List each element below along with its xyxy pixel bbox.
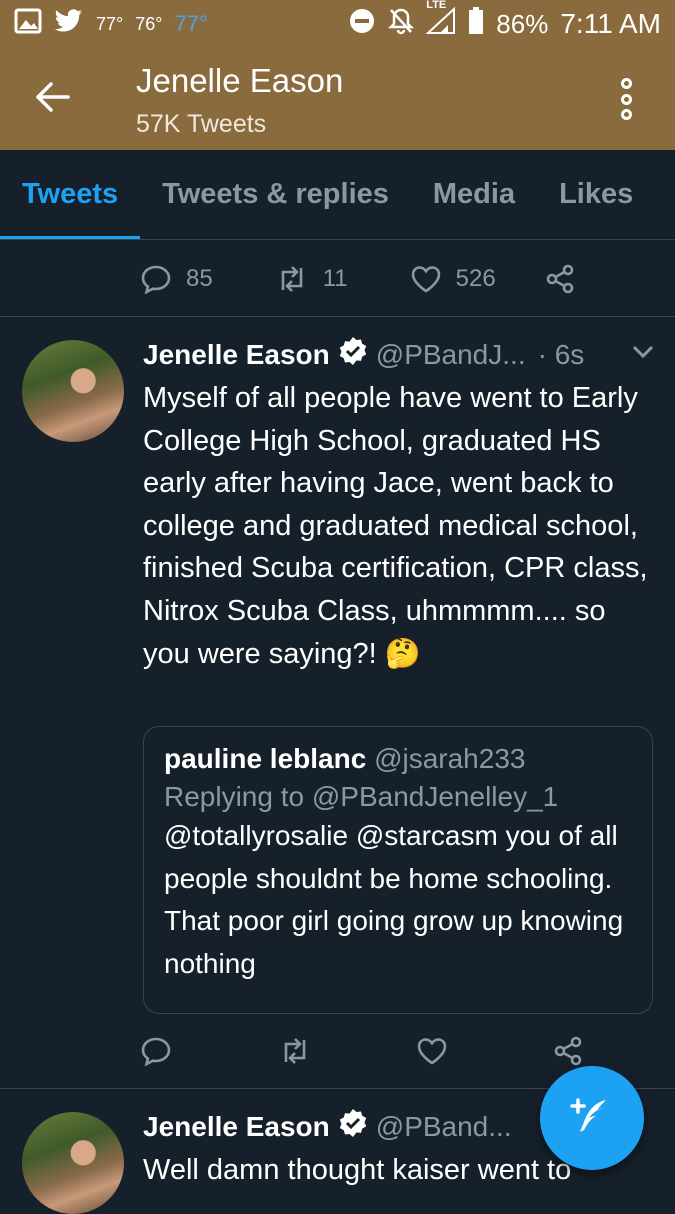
tab-tweets[interactable]: Tweets — [0, 150, 141, 239]
more-options-button[interactable] — [604, 74, 648, 124]
like-button[interactable]: 526 — [410, 264, 496, 294]
avatar[interactable] — [22, 340, 124, 442]
quote-author-handle: @jsarah233 — [374, 743, 526, 774]
bell-off-icon — [388, 7, 415, 42]
share-button[interactable] — [544, 263, 576, 295]
tweet-header: Jenelle Eason @PBand... — [143, 1108, 512, 1145]
retweet-icon — [281, 266, 303, 292]
network-type: LTE — [426, 0, 447, 11]
signal-icon: LTE — [425, 0, 456, 42]
verified-badge-icon — [338, 336, 368, 373]
battery-percent: 86% — [496, 8, 549, 39]
retweet-icon — [284, 1038, 306, 1064]
back-button[interactable] — [30, 76, 76, 122]
heart-icon — [411, 266, 440, 293]
arrow-left-icon — [35, 81, 71, 118]
tab-media[interactable]: Media — [411, 150, 537, 239]
battery-icon — [468, 6, 484, 42]
tab-tweets-and-replies[interactable]: Tweets & replies — [140, 150, 411, 239]
weather-temp-2: 76° — [135, 13, 163, 34]
reply-button[interactable]: 85 — [140, 264, 213, 294]
tweet-count: 57K Tweets — [136, 110, 267, 138]
share-icon — [554, 1036, 582, 1066]
reply-icon — [141, 265, 171, 294]
quote-header: pauline leblanc @jsarah233 — [164, 743, 632, 775]
clock-time: 7:11 AM — [560, 8, 661, 39]
weather-temp-3: 77° — [174, 11, 208, 36]
tweet-header: Jenelle Eason @PBandJ... · 6s — [143, 336, 584, 373]
tweet-author-handle[interactable]: @PBandJ... — [376, 339, 526, 371]
tweet-text: Myself of all people have went to Early … — [143, 382, 648, 670]
heart-icon — [417, 1038, 447, 1065]
weather-temp-1: 77° — [96, 13, 124, 34]
reply-count: 85 — [186, 265, 213, 292]
more-vertical-icon — [620, 78, 632, 89]
tweet-author-name[interactable]: Jenelle Eason — [143, 1111, 330, 1143]
twitter-icon — [54, 8, 84, 41]
like-button[interactable] — [416, 1036, 448, 1066]
compose-tweet-button[interactable] — [540, 1066, 644, 1170]
verified-badge-icon — [338, 1108, 368, 1145]
tweet-timestamp: · 6s — [537, 338, 585, 370]
divider — [0, 316, 675, 317]
minus-circle-icon — [348, 7, 376, 42]
retweet-button[interactable]: 11 — [275, 264, 348, 294]
tweet-actions — [140, 1026, 584, 1076]
chevron-down-icon[interactable] — [632, 344, 654, 365]
avatar[interactable] — [22, 1112, 124, 1214]
like-count: 526 — [455, 265, 496, 292]
retweet-button[interactable] — [278, 1036, 312, 1066]
quote-author-name: pauline leblanc — [164, 743, 367, 774]
profile-tabs: Tweets Tweets & replies Media Likes — [0, 150, 675, 240]
profile-header: Jenelle Eason 57K Tweets — [0, 48, 675, 150]
quote-reply-context: Replying to @PBandJenelley_1 — [164, 781, 559, 812]
tweet-author-name[interactable]: Jenelle Eason — [143, 339, 330, 371]
tweet-author-handle[interactable]: @PBand... — [376, 1111, 512, 1143]
quoted-tweet[interactable]: pauline leblanc @jsarah233 Replying to @… — [143, 726, 653, 1014]
share-icon — [546, 264, 573, 294]
retweet-count: 11 — [322, 265, 348, 292]
tab-likes[interactable]: Likes — [537, 150, 655, 239]
compose-feather-icon — [566, 1090, 618, 1147]
more-dot — [620, 109, 632, 120]
more-dot — [620, 93, 632, 105]
share-button[interactable] — [552, 1035, 584, 1067]
profile-name-title: Jenelle Eason — [136, 62, 344, 99]
reply-icon — [141, 1037, 171, 1066]
prev-tweet-actions: 85 11 526 — [140, 254, 576, 304]
quote-text: @totallyrosalie @starcasm you of all peo… — [164, 820, 624, 979]
reply-button[interactable] — [140, 1036, 172, 1066]
gallery-icon — [14, 8, 42, 41]
status-bar: 77° 76° 77° LTE 86% 7:11 AM — [0, 0, 675, 48]
